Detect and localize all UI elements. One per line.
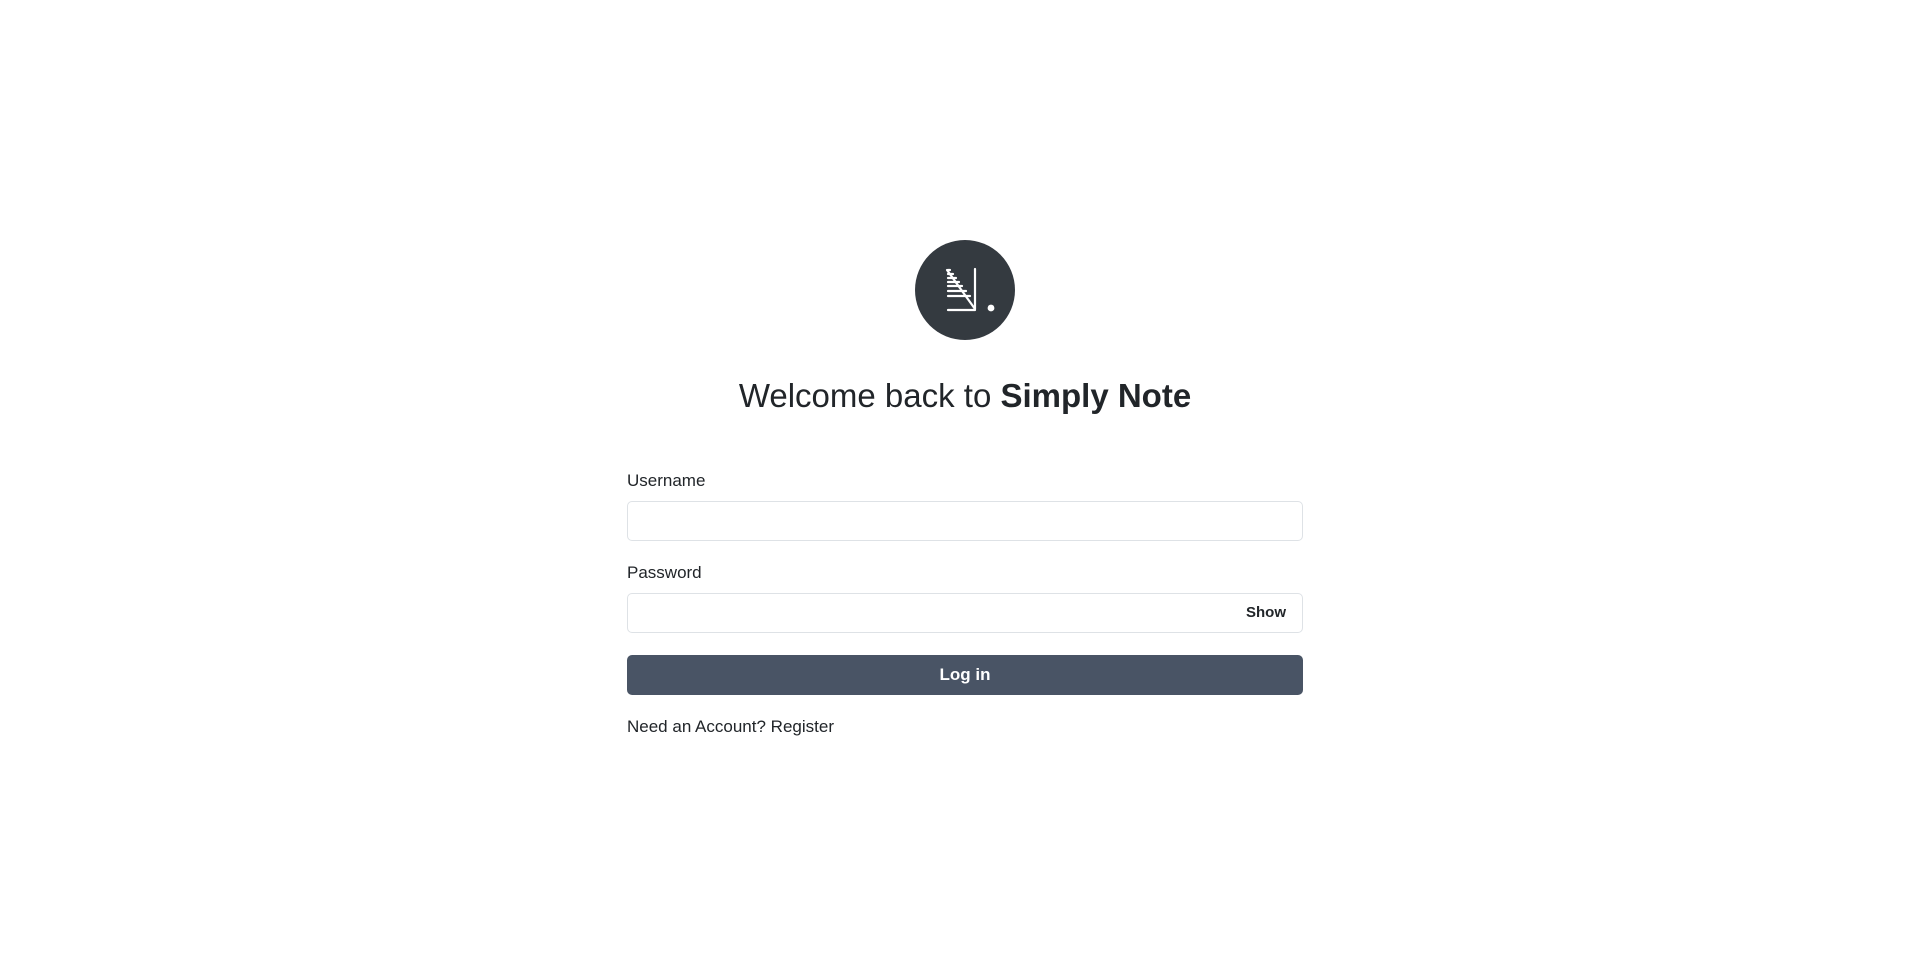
page-title: Welcome back to Simply Note (627, 374, 1303, 418)
password-field-box: Show (627, 593, 1303, 633)
password-label: Password (627, 563, 702, 582)
title-prefix: Welcome back to (738, 377, 1001, 414)
username-field[interactable] (628, 502, 1216, 540)
username-field-box (627, 501, 1303, 541)
login-page: Welcome back to Simply Note Username Pas… (0, 0, 1920, 976)
show-password-toggle[interactable]: Show (1246, 594, 1286, 632)
password-field[interactable] (628, 594, 1216, 632)
brand-name: Simply Note (1000, 377, 1192, 414)
register-link[interactable]: Register (771, 717, 834, 736)
simply-note-logo-icon (915, 240, 1015, 340)
register-prompt-text: Need an Account? (627, 717, 771, 736)
login-button[interactable]: Log in (627, 655, 1303, 695)
register-prompt: Need an Account? Register (627, 716, 834, 738)
username-label: Username (627, 471, 706, 490)
